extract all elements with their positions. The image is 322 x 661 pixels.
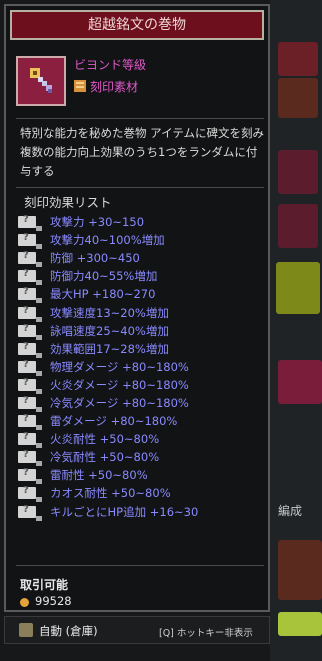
background-slot	[278, 42, 318, 76]
unknown-rune-icon	[18, 504, 42, 521]
item-description: 特別な能力を秘めた巻物 アイテムに碑文を刻み 複数の能力向上効果のうち1つをラン…	[20, 126, 265, 178]
tradeable-label: 取引可能	[20, 578, 69, 592]
effect-item: 詠唱速度25~40%増加	[18, 322, 198, 340]
background-slot	[278, 360, 322, 404]
unknown-rune-icon	[18, 395, 42, 412]
effect-item: 冷気耐性 +50~80%	[18, 448, 198, 467]
effect-item: 攻撃力 +30~150	[18, 213, 198, 232]
unknown-rune-icon	[18, 214, 42, 232]
effect-text: 冷気ダメージ +80~180%	[50, 395, 189, 410]
unknown-rune-icon	[18, 449, 42, 467]
effect-text: キルごとにHP追加 +16~30	[50, 504, 199, 519]
unknown-rune-icon	[18, 341, 42, 358]
unknown-rune-icon	[18, 359, 42, 376]
unknown-rune-icon	[18, 250, 42, 268]
unknown-rune-icon	[18, 232, 42, 250]
effect-item: 雷ダメージ +80~180%	[18, 412, 198, 431]
footer-bar: 自動 (倉庫) [Q] ホットキー非表示	[4, 616, 270, 644]
unknown-rune-icon	[18, 413, 42, 431]
effect-text: 火炎ダメージ +80~180%	[50, 377, 189, 392]
effect-text: 攻撃力 +30~150	[50, 215, 145, 230]
effect-text: 物理ダメージ +80~180%	[50, 359, 189, 374]
background-slot	[278, 612, 322, 636]
unknown-rune-icon	[18, 467, 42, 485]
effect-item: 冷気ダメージ +80~180%	[18, 394, 198, 412]
effect-text: 雷耐性 +50~80%	[50, 468, 148, 483]
effect-text: 冷気耐性 +50~80%	[50, 450, 160, 465]
effect-text: 防御力40~55%増加	[50, 269, 158, 284]
gold-coin-icon	[20, 598, 29, 607]
effect-item: 火炎ダメージ +80~180%	[18, 376, 198, 394]
hide-hotkey-button[interactable]: [Q] ホットキー非表示	[159, 625, 253, 639]
divider	[16, 565, 264, 566]
item-price: 99528	[35, 594, 72, 608]
unknown-rune-icon	[18, 431, 42, 449]
effect-item: 物理ダメージ +80~180%	[18, 358, 198, 376]
effect-text: 火炎耐性 +50~80%	[50, 432, 160, 447]
effect-text: 攻撃力40~100%増加	[50, 233, 165, 248]
unknown-rune-icon	[18, 305, 42, 322]
effect-text: 攻撃速度13~20%増加	[50, 305, 169, 320]
divider	[16, 187, 264, 188]
background-slot	[278, 78, 318, 118]
material-icon	[74, 78, 86, 92]
unknown-rune-icon	[18, 323, 42, 340]
unknown-rune-icon	[18, 268, 42, 286]
item-title: 超越銘文の巻物	[10, 10, 264, 40]
item-type-label: 刻印素材	[90, 80, 139, 94]
background-side-label: 編成	[278, 504, 303, 518]
effect-text: カオス耐性 +50~80%	[50, 486, 171, 501]
effect-list-heading: 刻印効果リスト	[24, 195, 112, 210]
auto-storage-button[interactable]: 自動 (倉庫)	[39, 623, 98, 639]
effect-item: 攻撃力40~100%増加	[18, 231, 198, 250]
background-slot	[278, 540, 322, 600]
effect-text: 詠唱速度25~40%増加	[50, 323, 169, 338]
effect-text: 最大HP +180~270	[50, 287, 156, 302]
unknown-rune-icon	[18, 377, 42, 394]
unknown-rune-icon	[18, 485, 42, 503]
effect-list: 攻撃力 +30~150 攻撃力40~100%増加 防御 +300~450 防御力…	[18, 213, 198, 521]
effect-item: 最大HP +180~270	[18, 285, 198, 304]
effect-item: 防御 +300~450	[18, 249, 198, 268]
effect-text: 防御 +300~450	[50, 251, 140, 266]
unknown-rune-icon	[18, 286, 42, 304]
effect-text: 効果範囲17~28%増加	[50, 341, 169, 356]
storage-icon	[19, 623, 33, 637]
item-grade: ビヨンド等級	[74, 58, 147, 72]
divider	[16, 118, 264, 119]
effect-item: 雷耐性 +50~80%	[18, 466, 198, 485]
background-slot	[278, 204, 318, 248]
effect-item: 効果範囲17~28%増加	[18, 340, 198, 358]
background-slot	[276, 262, 320, 314]
effect-item: 防御力40~55%増加	[18, 267, 198, 286]
background-slot	[278, 150, 318, 194]
effect-text: 雷ダメージ +80~180%	[50, 414, 178, 429]
item-tooltip: 超越銘文の巻物 ビヨンド等級 刻印素材 特別な能力を秘めた巻物 アイテムに碑文を…	[4, 4, 270, 612]
effect-item: キルごとにHP追加 +16~30	[18, 503, 198, 521]
effect-item: 火炎耐性 +50~80%	[18, 430, 198, 449]
scroll-icon	[16, 56, 66, 106]
effect-item: カオス耐性 +50~80%	[18, 484, 198, 503]
effect-item: 攻撃速度13~20%増加	[18, 303, 198, 322]
game-background: 編成	[270, 0, 322, 661]
